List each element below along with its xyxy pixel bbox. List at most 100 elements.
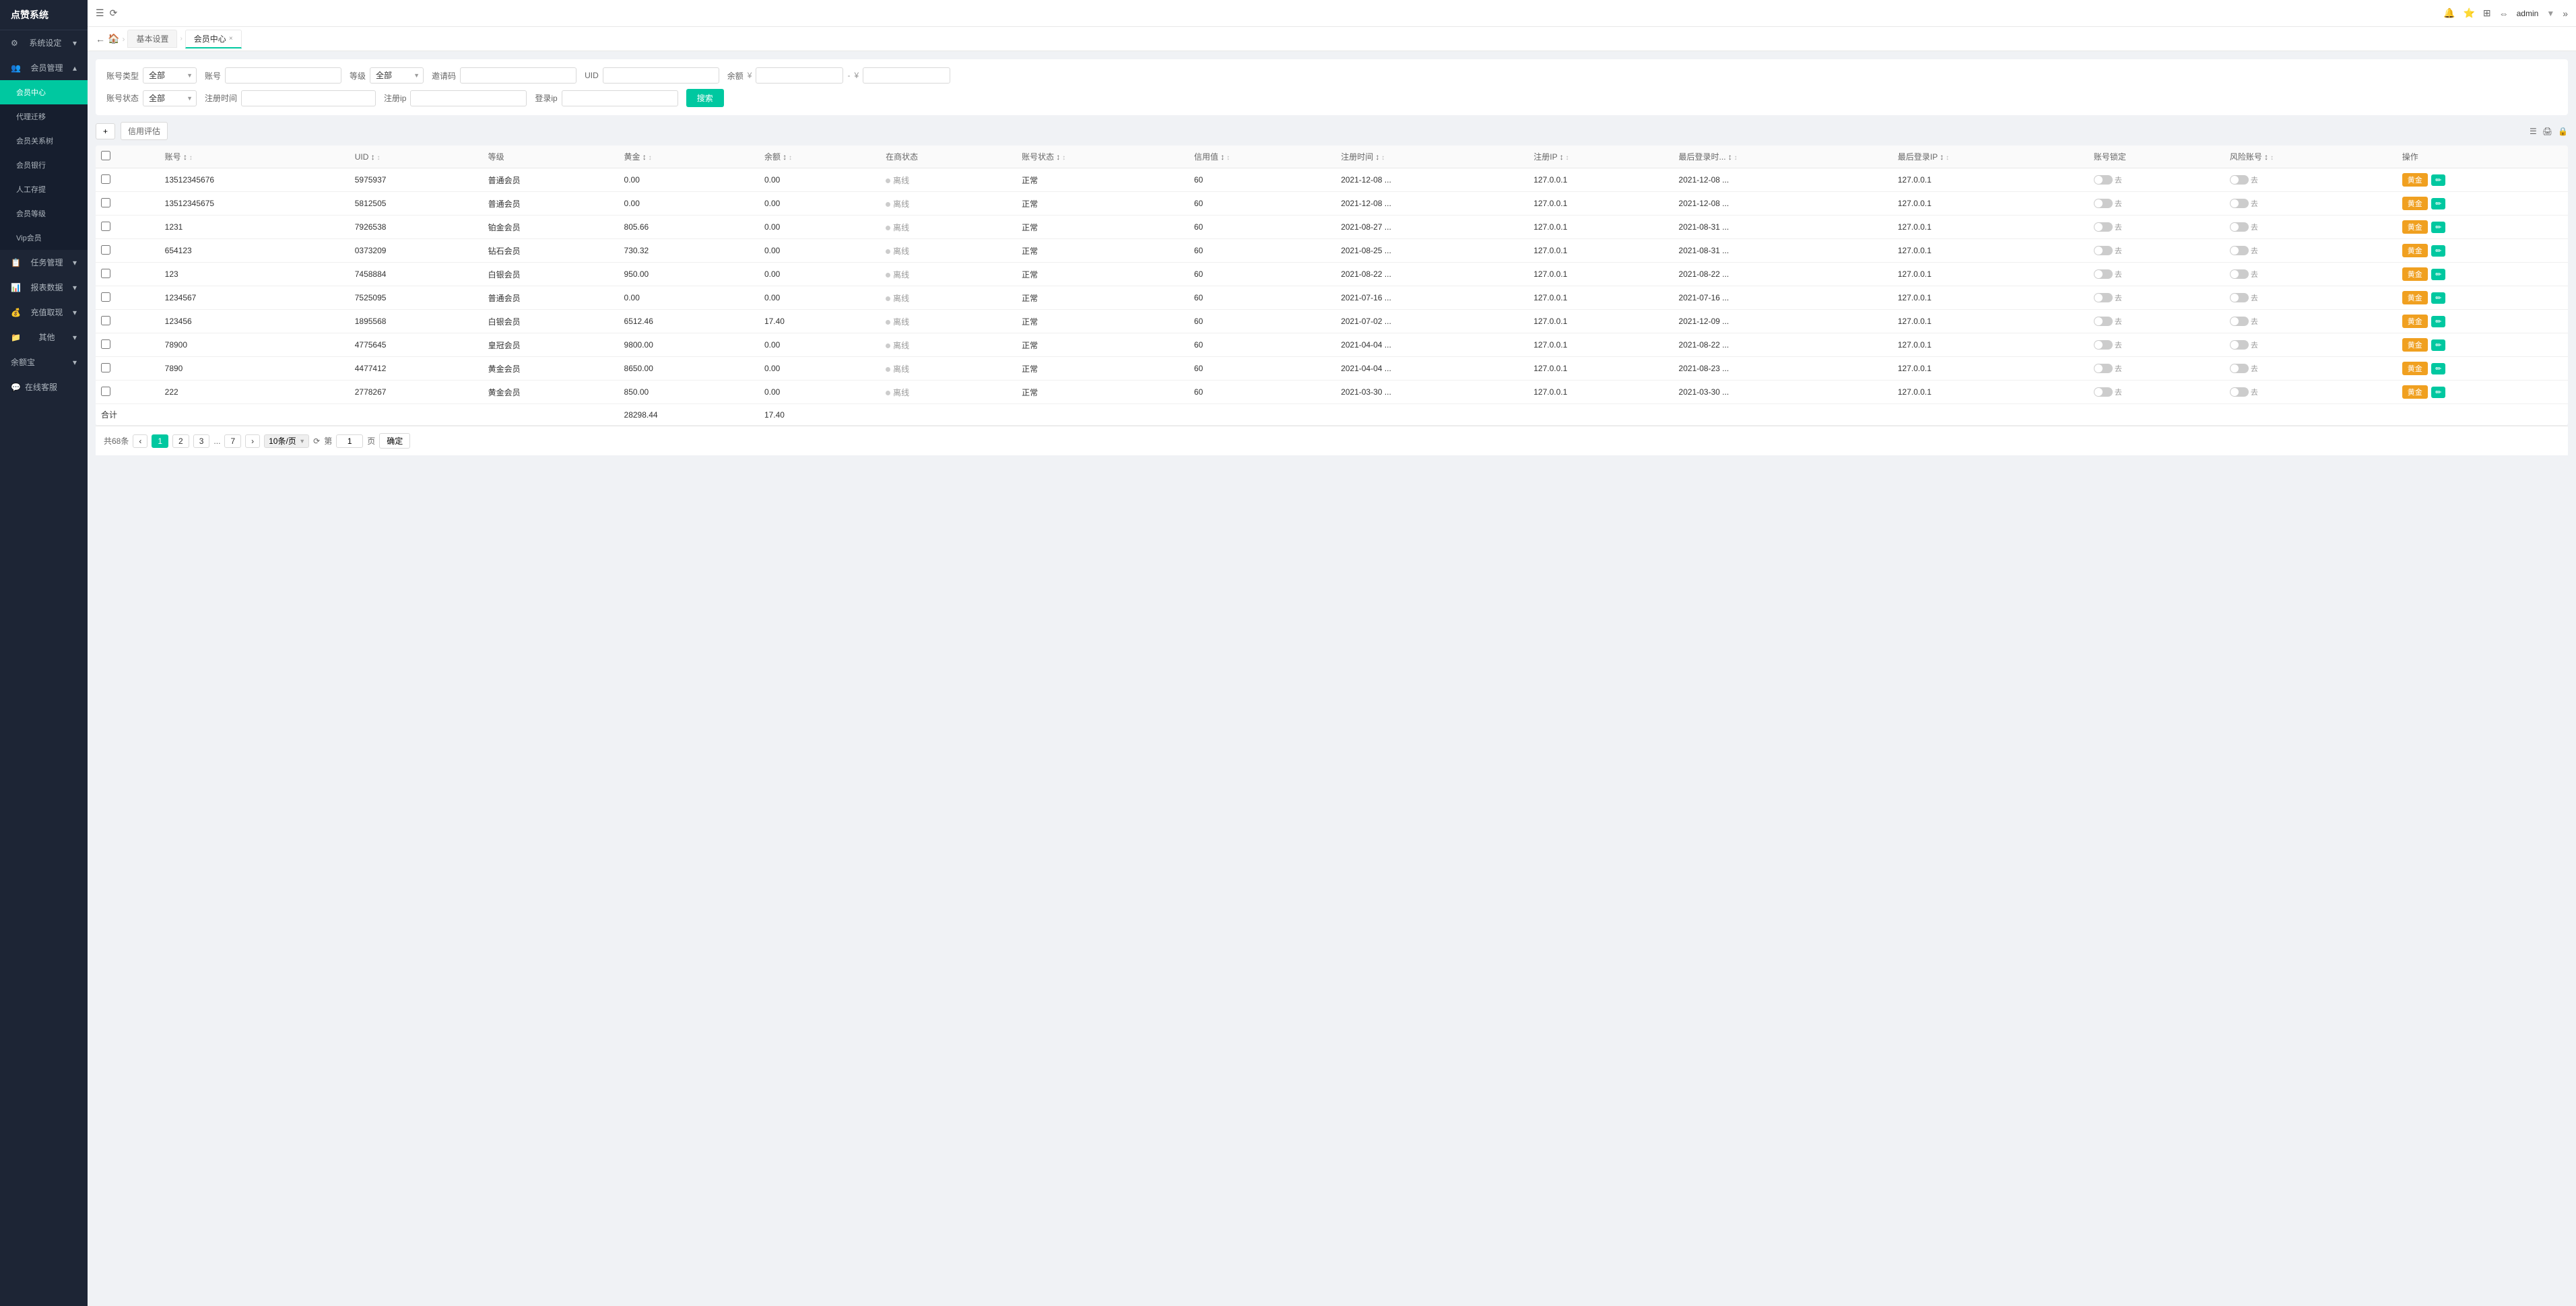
account-lock-toggle[interactable] [2094,387,2113,397]
risk-number-toggle[interactable] [2230,246,2249,255]
row-select-checkbox[interactable] [101,387,110,396]
row-select-checkbox[interactable] [101,222,110,231]
sidebar-item-member-bank[interactable]: 会员银行 [0,153,88,177]
select-all-checkbox[interactable] [101,151,110,160]
prev-page-button[interactable]: ‹ [133,434,147,448]
risk-number-toggle[interactable] [2230,340,2249,350]
page-3-button[interactable]: 3 [193,434,210,448]
tab-basic-settings[interactable]: 基本设置 [127,30,177,48]
edit-button[interactable]: ✏ [2431,292,2445,304]
invite-code-input[interactable] [460,67,576,84]
credit-evaluation-button[interactable]: 信用评估 [121,122,168,140]
edit-button[interactable]: ✏ [2431,387,2445,398]
sidebar-item-member-tree[interactable]: 会员关系树 [0,129,88,153]
gold-button[interactable]: 黄金 [2402,385,2428,399]
uid-input[interactable] [603,67,719,84]
account-lock-toggle[interactable] [2094,246,2113,255]
risk-number-toggle[interactable] [2230,293,2249,302]
edit-button[interactable]: ✏ [2431,222,2445,233]
balance-max-input[interactable] [863,67,950,84]
sidebar-item-deposit-withdrawal[interactable]: 💰 充值取现 ▾ [0,300,88,325]
account-lock-toggle[interactable] [2094,175,2113,185]
risk-number-toggle[interactable] [2230,222,2249,232]
sidebar-item-agent-transfer[interactable]: 代理迁移 [0,104,88,129]
admin-label[interactable]: admin [2517,9,2539,18]
arrows-icon[interactable]: ⇔ [2499,8,2509,19]
lock-icon[interactable]: 🔒 [2558,127,2568,136]
th-uid[interactable]: UID ↕ [350,145,483,168]
edit-button[interactable]: ✏ [2431,269,2445,280]
row-select-checkbox[interactable] [101,198,110,207]
home-icon[interactable]: 🏠 [108,33,119,44]
account-lock-toggle[interactable] [2094,269,2113,279]
grade-select[interactable]: 全部 [370,67,424,84]
risk-number-toggle[interactable] [2230,269,2249,279]
th-account[interactable]: 账号 ↕ [160,145,350,168]
account-status-select[interactable]: 全部 [143,90,197,106]
row-select-checkbox[interactable] [101,292,110,302]
risk-number-toggle[interactable] [2230,175,2249,185]
gold-button[interactable]: 黄金 [2402,362,2428,375]
risk-number-toggle[interactable] [2230,387,2249,397]
print-icon[interactable]: 🖨 [2542,127,2552,136]
column-settings-icon[interactable]: ☰ [2530,127,2537,136]
reg-ip-input[interactable] [410,90,527,106]
th-last-login-ip[interactable]: 最后登录IP ↕ [1892,145,2088,168]
balance-min-input[interactable] [756,67,843,84]
edit-button[interactable]: ✏ [2431,363,2445,374]
account-input[interactable] [225,67,341,84]
gold-button[interactable]: 黄金 [2402,267,2428,281]
sidebar-item-member-management[interactable]: 👥 会员管理 ▴ [0,55,88,80]
search-button[interactable]: 搜索 [686,89,724,107]
notify-icon[interactable]: 🔔 [2443,7,2455,19]
th-balance[interactable]: 余额 ↕ [759,145,880,168]
risk-number-toggle[interactable] [2230,317,2249,326]
sidebar-item-member-center[interactable]: 会员中心 [0,80,88,104]
sidebar-item-member-grade[interactable]: 会员等级 [0,201,88,226]
risk-number-toggle[interactable] [2230,364,2249,373]
gold-button[interactable]: 黄金 [2402,244,2428,257]
account-lock-toggle[interactable] [2094,317,2113,326]
page-7-button[interactable]: 7 [224,434,241,448]
gold-button[interactable]: 黄金 [2402,220,2428,234]
account-lock-toggle[interactable] [2094,222,2113,232]
sidebar-item-task-management[interactable]: 📋 任务管理 ▾ [0,250,88,275]
th-gold[interactable]: 黄金 ↕ [619,145,759,168]
risk-number-toggle[interactable] [2230,199,2249,208]
page-2-button[interactable]: 2 [172,434,189,448]
gold-button[interactable]: 黄金 [2402,315,2428,328]
per-page-select[interactable]: 10条/页 20条/页 50条/页 [264,434,309,448]
row-select-checkbox[interactable] [101,316,110,325]
sidebar-item-system-settings[interactable]: ⚙ 系统设定 ▾ [0,30,88,55]
th-risk-number[interactable]: 风险账号 ↕ [2224,145,2397,168]
edit-button[interactable]: ✏ [2431,316,2445,327]
sidebar-item-vip-member[interactable]: Vip会员 [0,226,88,250]
row-select-checkbox[interactable] [101,269,110,278]
row-select-checkbox[interactable] [101,174,110,184]
star-icon[interactable]: ⭐ [2463,7,2474,19]
tab-close-icon[interactable]: × [229,35,233,42]
refresh-icon[interactable]: ⟳ [110,7,118,19]
th-reg-time[interactable]: 注册时间 ↕ [1335,145,1528,168]
th-account-status[interactable]: 账号状态 ↕ [1016,145,1189,168]
gold-button[interactable]: 黄金 [2402,173,2428,187]
fullscreen-icon[interactable]: ⊞ [2483,7,2491,19]
gold-button[interactable]: 黄金 [2402,291,2428,304]
gold-button[interactable]: 黄金 [2402,338,2428,352]
account-lock-toggle[interactable] [2094,199,2113,208]
edit-button[interactable]: ✏ [2431,174,2445,186]
gold-button[interactable]: 黄金 [2402,197,2428,210]
back-icon[interactable]: ← [96,34,105,44]
edit-button[interactable]: ✏ [2431,339,2445,351]
reg-time-input[interactable] [241,90,376,106]
add-button[interactable]: + [96,123,115,139]
sidebar-item-other[interactable]: 📁 其他 ▾ [0,325,88,350]
menu-icon[interactable]: ☰ [96,7,104,19]
page-confirm-button[interactable]: 确定 [379,433,410,449]
account-lock-toggle[interactable] [2094,340,2113,350]
th-credit[interactable]: 信用值 ↕ [1189,145,1335,168]
row-select-checkbox[interactable] [101,339,110,349]
row-select-checkbox[interactable] [101,363,110,372]
th-reg-ip[interactable]: 注册IP ↕ [1528,145,1673,168]
th-last-login-time[interactable]: 最后登录时... ↕ [1674,145,1892,168]
